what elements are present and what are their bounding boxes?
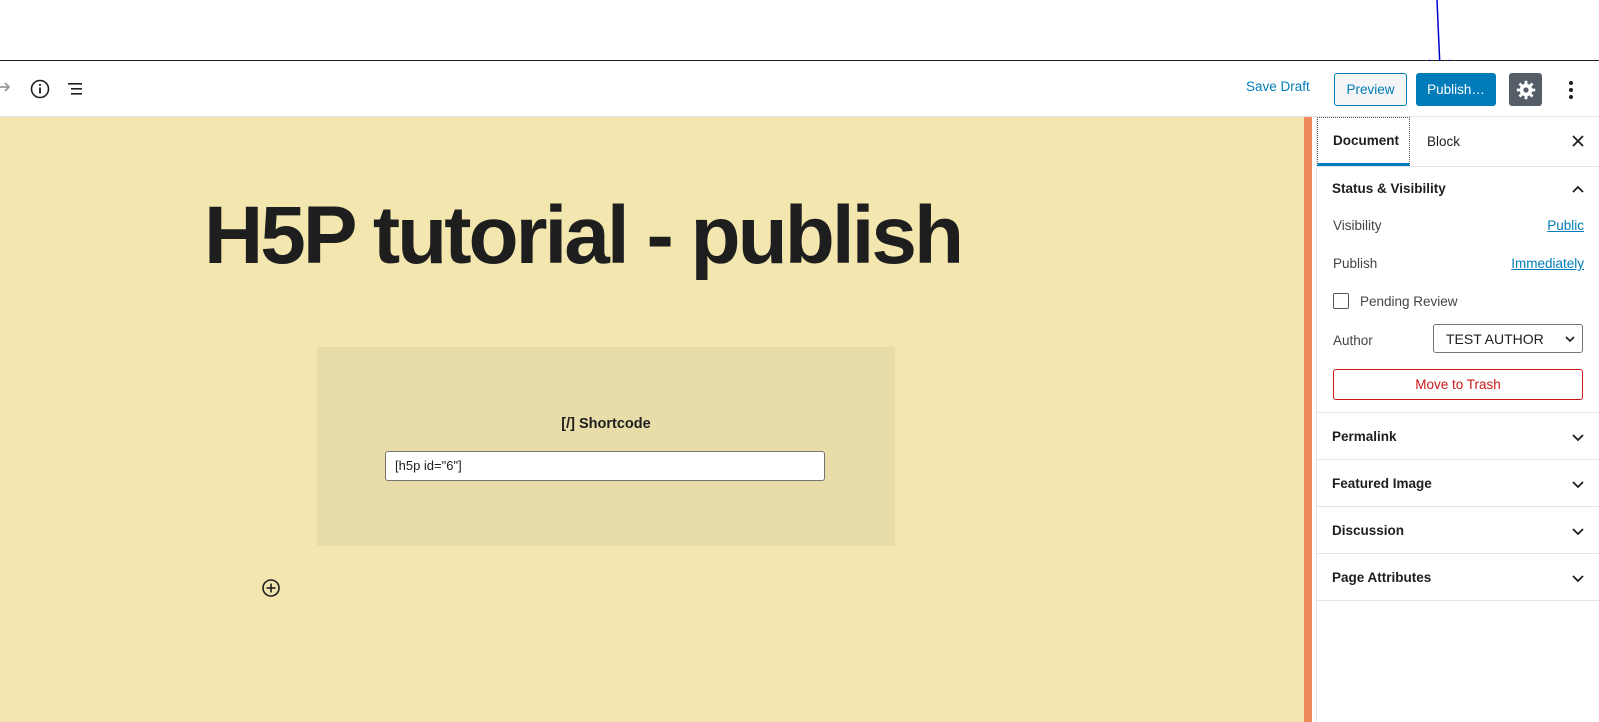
author-select[interactable]: TEST AUTHOR: [1433, 324, 1583, 353]
publish-label: Publish: [1333, 256, 1378, 271]
shortcode-input[interactable]: [h5p id="6"]: [385, 451, 825, 481]
move-to-trash-button[interactable]: Move to Trash: [1333, 369, 1583, 400]
status-visibility-panel: Status & Visibility Visibility Public Pu…: [1317, 167, 1599, 413]
author-label: Author: [1333, 333, 1373, 348]
pending-review-label: Pending Review: [1360, 294, 1458, 309]
panel-title[interactable]: Status & Visibility: [1332, 181, 1446, 196]
publish-date-link[interactable]: Immediately: [1511, 256, 1584, 271]
tab-block[interactable]: Block: [1427, 117, 1460, 166]
info-icon[interactable]: [26, 75, 54, 103]
visibility-label: Visibility: [1333, 218, 1382, 233]
settings-sidebar: Document Block Status & Visibility Visib…: [1316, 117, 1599, 722]
panel-title[interactable]: Discussion: [1332, 523, 1404, 538]
shortcode-block[interactable]: [/] Shortcode [h5p id="6"]: [317, 347, 895, 546]
permalink-panel[interactable]: Permalink: [1317, 413, 1599, 460]
add-block-icon[interactable]: [261, 578, 281, 598]
chevron-up-icon[interactable]: [1570, 182, 1586, 198]
save-draft-button[interactable]: Save Draft: [1246, 79, 1310, 94]
chevron-down-icon: [1565, 336, 1575, 343]
more-vertical-icon[interactable]: [1556, 75, 1586, 105]
gear-icon[interactable]: [1509, 73, 1542, 106]
visibility-link[interactable]: Public: [1547, 218, 1584, 233]
editor-canvas: H5P tutorial - publish [/] Shortcode [h5…: [0, 117, 1304, 722]
list-view-icon[interactable]: [62, 75, 90, 103]
tab-document[interactable]: Document: [1317, 117, 1410, 166]
chevron-down-icon[interactable]: [1570, 429, 1586, 445]
post-title[interactable]: H5P tutorial - publish: [204, 189, 964, 283]
panel-title[interactable]: Page Attributes: [1332, 570, 1431, 585]
publish-button[interactable]: Publish…: [1416, 73, 1496, 106]
top-blank-area: [0, 0, 1599, 61]
preview-button[interactable]: Preview: [1334, 73, 1407, 106]
editor-toolbar: Save Draft Preview Publish…: [0, 61, 1599, 117]
close-icon[interactable]: [1569, 132, 1587, 150]
panel-title[interactable]: Permalink: [1332, 429, 1397, 444]
shortcode-label: [/] Shortcode: [561, 416, 651, 432]
featured-image-panel[interactable]: Featured Image: [1317, 460, 1599, 507]
scrollbar[interactable]: [1304, 117, 1312, 722]
redo-icon[interactable]: [0, 75, 18, 103]
chevron-down-icon[interactable]: [1570, 570, 1586, 586]
pending-review-checkbox[interactable]: [1333, 293, 1349, 309]
panel-title[interactable]: Featured Image: [1332, 476, 1432, 491]
discussion-panel[interactable]: Discussion: [1317, 507, 1599, 554]
chevron-down-icon[interactable]: [1570, 476, 1586, 492]
page-attributes-panel[interactable]: Page Attributes: [1317, 554, 1599, 601]
sidebar-tabs: Document Block: [1317, 117, 1599, 167]
author-select-value: TEST AUTHOR: [1446, 331, 1544, 347]
chevron-down-icon[interactable]: [1570, 523, 1586, 539]
